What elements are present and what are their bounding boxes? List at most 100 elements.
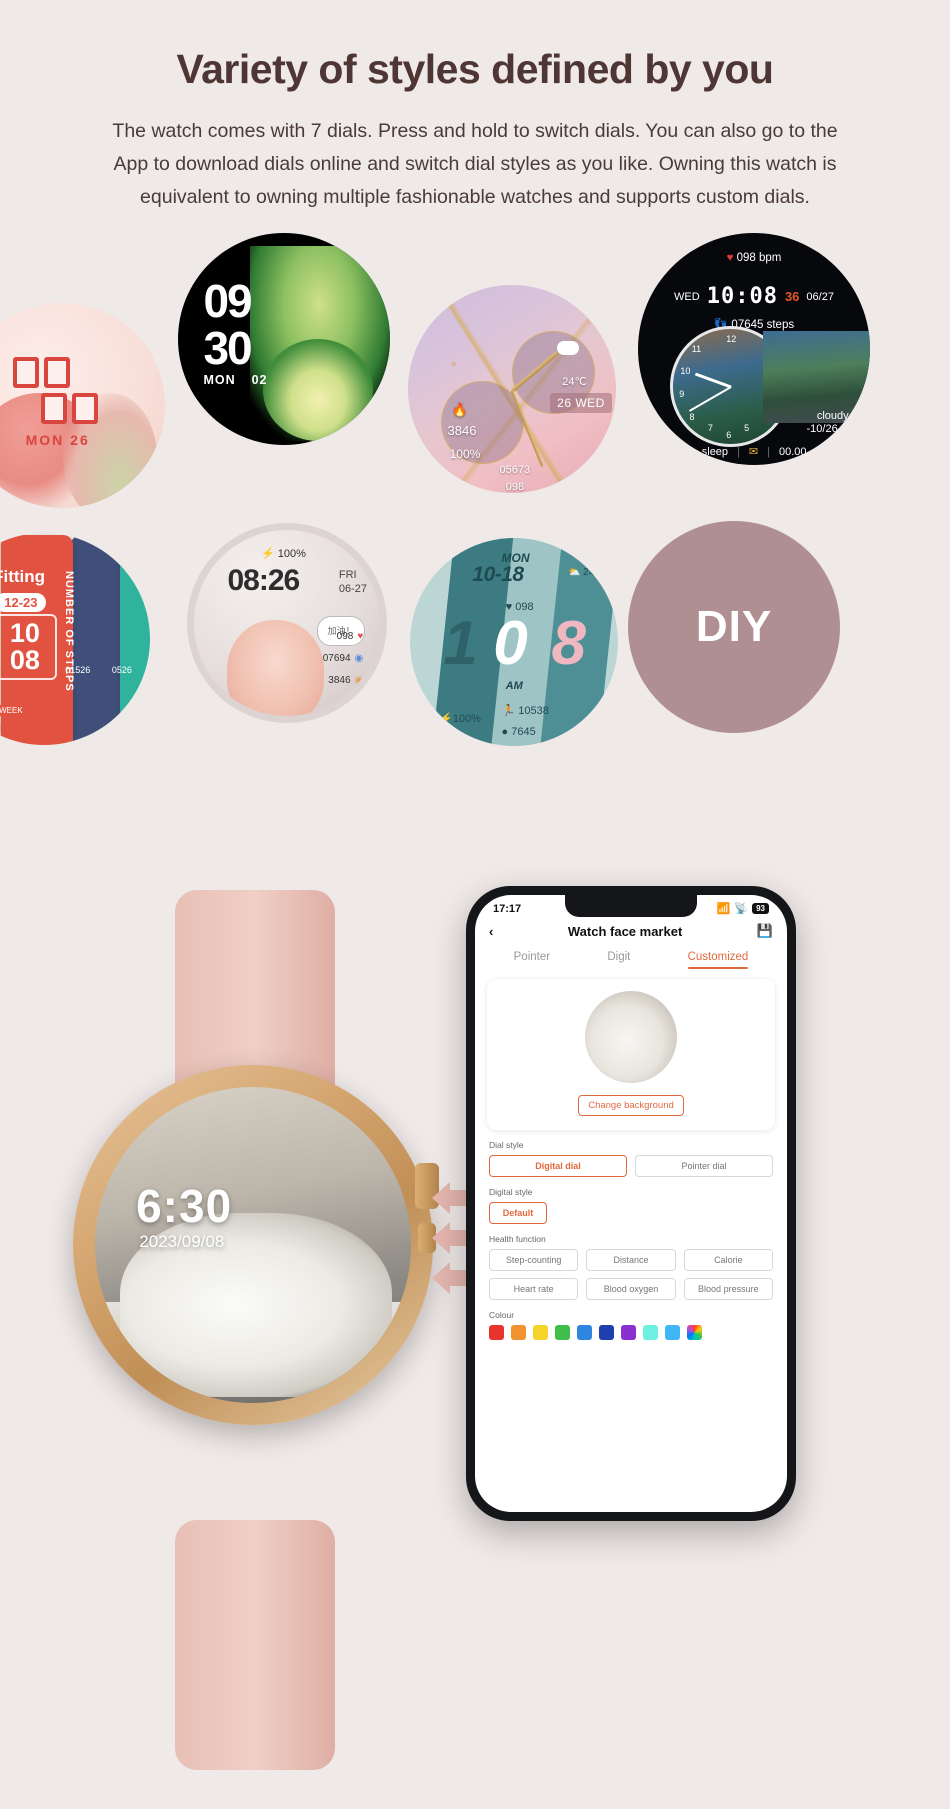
sun-cloud-icon: ⛅ xyxy=(567,567,581,579)
option-step-counting[interactable]: Step-counting xyxy=(489,1249,579,1271)
colour-swatches xyxy=(489,1325,773,1340)
dial-teal-calories: ● 7645 xyxy=(501,725,536,738)
dial-gallery: MON 26 09 30 MON 02 24℃ 🔥 3846 100% 05673… xyxy=(0,233,950,803)
phone-screen: 17:17 📶 📡 93 ‹ Watch face market 💾 Point… xyxy=(475,895,787,1512)
diy-label: DIY xyxy=(695,602,773,652)
section-dial-style: Dial style Digital dial Pointer dial xyxy=(475,1140,787,1177)
preview-card: Change background xyxy=(487,979,775,1130)
option-blood-pressure[interactable]: Blood pressure xyxy=(683,1278,773,1300)
dial-fitting-time: 10 08 xyxy=(0,613,57,680)
dial-preview-image[interactable] xyxy=(585,991,677,1083)
swatch-skyblue[interactable] xyxy=(665,1325,680,1340)
dial-lotus[interactable]: 09 30 MON 02 xyxy=(178,233,390,446)
tab-digit[interactable]: Digit xyxy=(607,951,630,969)
dial-tech-heart-row: ♥ 098 bpm xyxy=(726,251,782,264)
watch-product-photo: 6:30 2023/09/08 xyxy=(55,890,504,1790)
dial-pig-date: FRI 06-27 xyxy=(338,569,367,596)
digit-blocks xyxy=(13,356,99,424)
dial-marble[interactable]: 24℃ 🔥 3846 100% 05673 098 26 WED xyxy=(408,285,616,494)
dial-teal-battery: ⚡100% xyxy=(439,713,481,726)
dial-tech-time-row: WED 10:08 36 06/27 xyxy=(674,284,834,310)
dial-pig-battery-row: ⚡ 100% xyxy=(260,547,306,560)
dial-lotus-minute: 30 xyxy=(203,321,252,374)
pig-illustration xyxy=(227,619,325,717)
dial-teal-digit-2: 0 xyxy=(493,609,528,679)
swatch-yellow[interactable] xyxy=(533,1325,548,1340)
watch-strap-bottom xyxy=(175,1520,335,1770)
watch-date: 2023/09/08 xyxy=(139,1232,225,1252)
location-icon: ◉ xyxy=(815,446,826,459)
lotus-bloom-graphic xyxy=(262,339,374,442)
flame-icon: 🔥 xyxy=(451,401,468,417)
option-heart-rate[interactable]: Heart rate xyxy=(489,1278,579,1300)
mail-icon: ✉ xyxy=(748,446,759,459)
dial-pig-steps: 07694 ◉ xyxy=(322,653,364,664)
bolt-icon: ⚡ xyxy=(260,547,275,560)
cloud-icon xyxy=(556,341,579,356)
app-nav-bar: ‹ Watch face market 💾 xyxy=(475,917,787,945)
dial-marble-temp: 24℃ xyxy=(562,375,587,388)
swatch-orange[interactable] xyxy=(511,1325,526,1340)
dial-teal-steps: 🏃 10538 xyxy=(501,705,549,718)
change-background-button[interactable]: Change background xyxy=(578,1095,684,1116)
dial-lotus-hour: 09 xyxy=(203,274,252,327)
dial-diy[interactable]: DIY xyxy=(628,521,840,734)
watch-time: 6:30 xyxy=(136,1179,233,1232)
dial-romantic[interactable]: MON 26 xyxy=(0,303,165,509)
dial-fitting[interactable]: ELECTRIC QUANTITY NUMBER OF STEPS Fittin… xyxy=(0,533,150,746)
dial-pig-calories: 3846 ◉ xyxy=(328,675,364,687)
dial-tech-weather: cloudy ⛅ -10/26 24℃ xyxy=(806,409,866,436)
option-pointer-dial[interactable]: Pointer dial xyxy=(635,1155,773,1177)
dial-pig-heart: 098 ♥ xyxy=(336,630,364,642)
dial-fitting-calories: 0526 xyxy=(111,664,132,675)
colour-label: Colour xyxy=(489,1310,515,1320)
dial-fitting-range: 12-23 xyxy=(0,592,47,612)
dial-fitting-week-label: WEEK xyxy=(0,704,29,716)
analog-minute-hand xyxy=(688,386,732,413)
steps-icon: ◉ xyxy=(354,653,364,664)
option-blood-oxygen[interactable]: Blood oxygen xyxy=(586,1278,676,1300)
dial-marble-heart: 098 xyxy=(505,480,525,493)
dial-pig[interactable]: ⚡ 100% 08:26 FRI 06-27 加油！ 098 ♥ 07694 ◉ 3… xyxy=(187,523,387,724)
dial-teal-ampm: AM xyxy=(505,680,523,693)
dial-tech-bottom-bar: ☾ sleep | ✉ | 00.00 ◉ xyxy=(682,445,826,459)
dial-lotus-date: MON 02 xyxy=(203,373,268,388)
dial-teal[interactable]: MON 10-18 ⛅ 24℃ ♥ 098 1 0 8 AM ⚡100% 🏃 1… xyxy=(410,538,618,747)
swatch-mint[interactable] xyxy=(643,1325,658,1340)
heart-icon: ♥ xyxy=(726,251,734,264)
option-default[interactable]: Default xyxy=(489,1202,547,1224)
flame-icon: ● xyxy=(501,725,509,738)
swatch-red[interactable] xyxy=(489,1325,504,1340)
product-showcase: 6:30 2023/09/08 17:17 📶 📡 93 ‹ Watch fac… xyxy=(0,880,950,1809)
dial-fitting-title: Fitting xyxy=(0,567,46,587)
option-digital-dial[interactable]: Digital dial xyxy=(489,1155,627,1177)
swatch-green[interactable] xyxy=(555,1325,570,1340)
phone-notch xyxy=(565,895,697,917)
app-tabs: Pointer Digit Customized xyxy=(475,945,787,969)
tab-customized[interactable]: Customized xyxy=(687,951,749,969)
runner-icon: 🏃 xyxy=(501,705,516,718)
swatch-blue[interactable] xyxy=(577,1325,592,1340)
section-health-function: Health function Step-counting Distance C… xyxy=(475,1234,787,1300)
tab-pointer[interactable]: Pointer xyxy=(514,951,550,969)
dial-tech[interactable]: ♥ 098 bpm WED 10:08 36 06/27 👣 07645 ste… xyxy=(638,233,870,466)
sun-cloud-icon: ⛅ xyxy=(851,409,866,422)
option-distance[interactable]: Distance xyxy=(586,1249,676,1271)
status-time: 17:17 xyxy=(493,902,522,915)
swatch-purple[interactable] xyxy=(621,1325,636,1340)
save-icon[interactable]: 💾 xyxy=(757,923,773,939)
watch-screen[interactable]: 6:30 2023/09/08 xyxy=(95,1087,411,1403)
dial-marble-date: 26 WED xyxy=(550,393,612,414)
dial-teal-digit-1: 1 xyxy=(443,609,478,679)
health-function-label: Health function xyxy=(489,1234,546,1244)
page-description: The watch comes with 7 dials. Press and … xyxy=(112,120,838,208)
app-title: Watch face market xyxy=(567,923,683,939)
swatch-rainbow[interactable] xyxy=(687,1325,702,1340)
dial-fitting-weekday: Monday xyxy=(0,720,37,735)
dial-teal-weather: ⛅ 24℃ xyxy=(567,567,606,579)
dial-marble-steps: 3846 xyxy=(447,422,477,438)
option-calorie[interactable]: Calorie xyxy=(683,1249,773,1271)
swatch-navy[interactable] xyxy=(599,1325,614,1340)
phone-mockup: 17:17 📶 📡 93 ‹ Watch face market 💾 Point… xyxy=(466,886,796,1521)
wifi-icon: 📡 xyxy=(734,903,749,915)
